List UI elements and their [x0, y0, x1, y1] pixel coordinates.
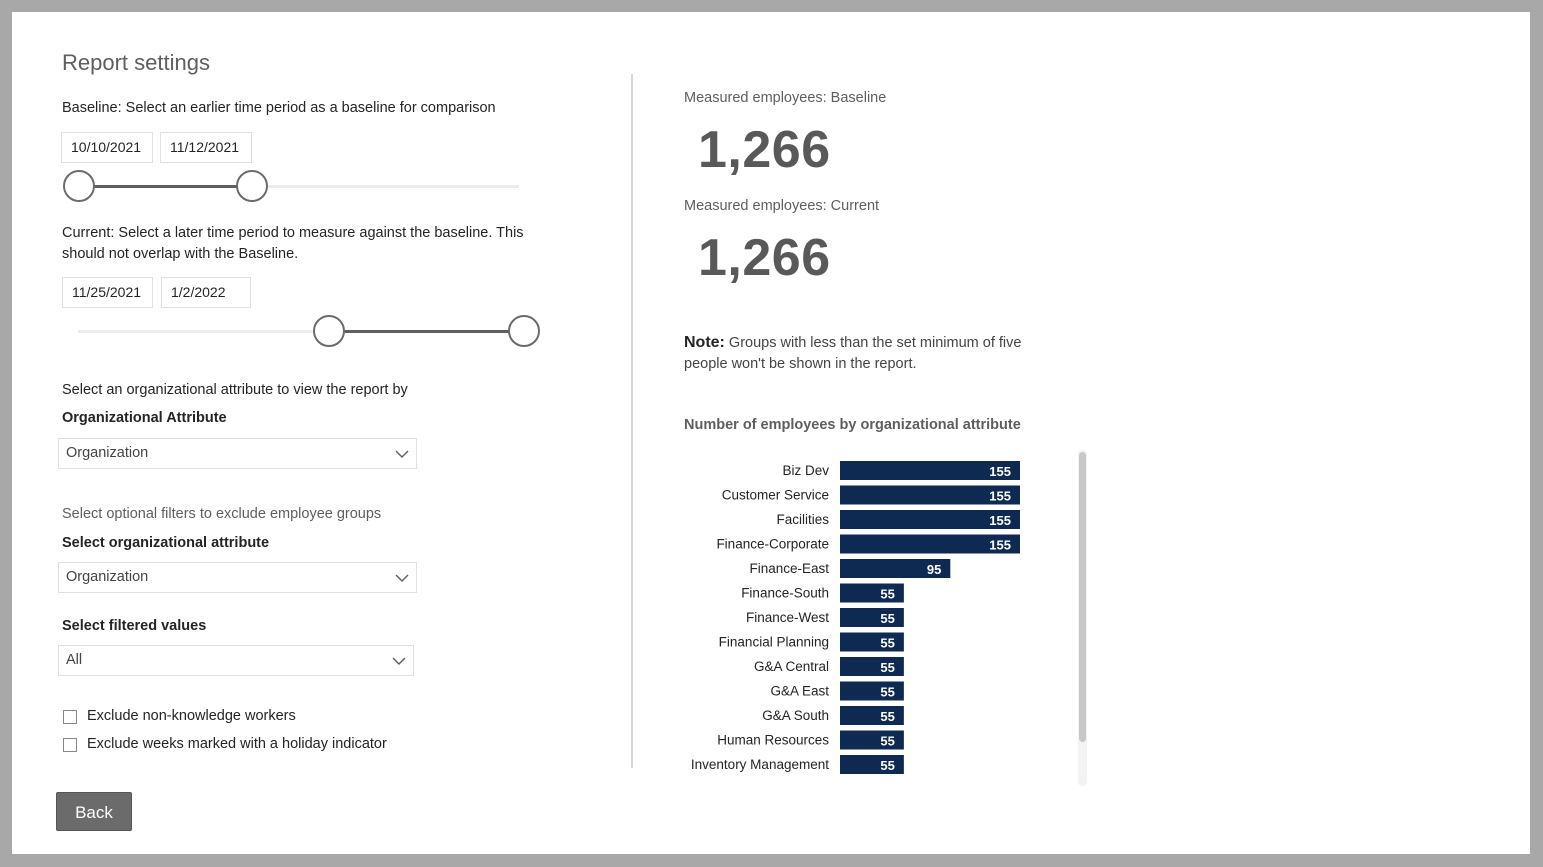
chevron-down-icon	[395, 450, 409, 458]
category-label: Finance-Corporate	[716, 537, 829, 552]
employees-bar-chart: Biz Dev 155 Customer Service 155 Facilities 1…	[691, 461, 1020, 774]
data-label: 155	[989, 513, 1011, 528]
chevron-down-icon	[395, 574, 409, 582]
org-attribute-dropdown[interactable]: Organization	[58, 438, 417, 469]
chart-scrollbar-thumb[interactable]	[1079, 452, 1086, 742]
category-label: Financial Planning	[719, 635, 829, 650]
category-label: Inventory Management	[691, 757, 829, 772]
report-settings-page: Report settings Baseline: Select an earl…	[12, 12, 1530, 854]
data-label: 55	[880, 660, 894, 675]
chart-title: Number of employees by organizational at…	[684, 417, 1021, 433]
data-label: 95	[927, 562, 941, 577]
baseline-start-date-input[interactable]: 10/10/2021	[61, 132, 153, 163]
note-text: Groups with less than the set minimum of…	[684, 335, 1022, 372]
exclude-holiday-label[interactable]: Exclude weeks marked with a holiday indi…	[87, 736, 387, 752]
current-description: Current: Select a later time period to m…	[62, 223, 524, 265]
category-label: Human Resources	[717, 733, 829, 748]
category-label: Finance-West	[746, 610, 829, 625]
data-label: 155	[989, 489, 1011, 504]
page-title: Report settings	[62, 50, 210, 75]
data-label: 55	[880, 709, 894, 724]
data-label: 55	[880, 636, 894, 651]
data-label: 55	[880, 734, 894, 749]
current-start-handle[interactable]	[313, 315, 345, 347]
current-kpi-value: 1,266	[698, 229, 831, 287]
current-kpi-label: Measured employees: Current	[684, 198, 880, 214]
data-label: 55	[880, 685, 894, 700]
category-label: Biz Dev	[782, 463, 829, 478]
filter-values-dropdown-value: All	[66, 652, 83, 668]
chevron-down-icon	[392, 657, 406, 665]
category-label: Customer Service	[722, 488, 829, 503]
org-attribute-dropdown-value: Organization	[66, 445, 149, 461]
baseline-start-handle[interactable]	[63, 170, 95, 202]
category-label: Facilities	[776, 512, 829, 527]
filter-values-dropdown[interactable]: All	[58, 645, 414, 676]
org-attribute-prompt: Select an organizational attribute to vi…	[62, 382, 408, 398]
exclude-non-knowledge-label[interactable]: Exclude non-knowledge workers	[87, 708, 296, 724]
org-attribute-label: Organizational Attribute	[62, 410, 227, 426]
current-end-date-input[interactable]: 1/2/2022	[161, 277, 251, 308]
current-description-line2: should not overlap with the Baseline.	[62, 246, 299, 262]
current-description-line1: Current: Select a later time period to m…	[62, 225, 524, 241]
category-label: G&A South	[762, 708, 829, 723]
data-label: 155	[989, 538, 1011, 553]
data-label: 55	[880, 587, 894, 602]
filter-attribute-dropdown-value: Organization	[66, 569, 149, 585]
filter-attribute-dropdown[interactable]: Organization	[58, 562, 417, 593]
category-label: Finance-East	[749, 561, 829, 576]
data-label: 155	[989, 464, 1011, 479]
back-button[interactable]: Back	[56, 792, 132, 831]
filters-prompt: Select optional filters to exclude emplo…	[62, 506, 382, 522]
baseline-end-handle[interactable]	[236, 170, 268, 202]
exclude-non-knowledge-checkbox[interactable]	[63, 710, 77, 724]
data-label: 55	[880, 758, 894, 773]
current-end-handle[interactable]	[508, 315, 540, 347]
baseline-description: Baseline: Select an earlier time period …	[62, 100, 496, 116]
current-start-date-input[interactable]: 11/25/2021	[62, 277, 153, 308]
current-slider-range	[329, 330, 524, 333]
category-label: G&A East	[770, 684, 829, 699]
filter-values-label: Select filtered values	[62, 618, 207, 634]
baseline-slider-range	[78, 185, 253, 188]
vertical-divider	[631, 74, 633, 768]
exclude-holiday-checkbox[interactable]	[63, 738, 77, 752]
category-label: G&A Central	[754, 659, 829, 674]
baseline-kpi-label: Measured employees: Baseline	[684, 90, 887, 106]
data-label: 55	[880, 611, 894, 626]
filter-attribute-label: Select organizational attribute	[62, 535, 270, 551]
minimum-group-note: Note: Groups with less than the set mini…	[684, 332, 1034, 375]
note-label: Note:	[684, 334, 725, 351]
baseline-kpi-value: 1,266	[698, 121, 831, 179]
category-label: Finance-South	[741, 586, 829, 601]
baseline-end-date-input[interactable]: 11/12/2021	[160, 132, 252, 163]
